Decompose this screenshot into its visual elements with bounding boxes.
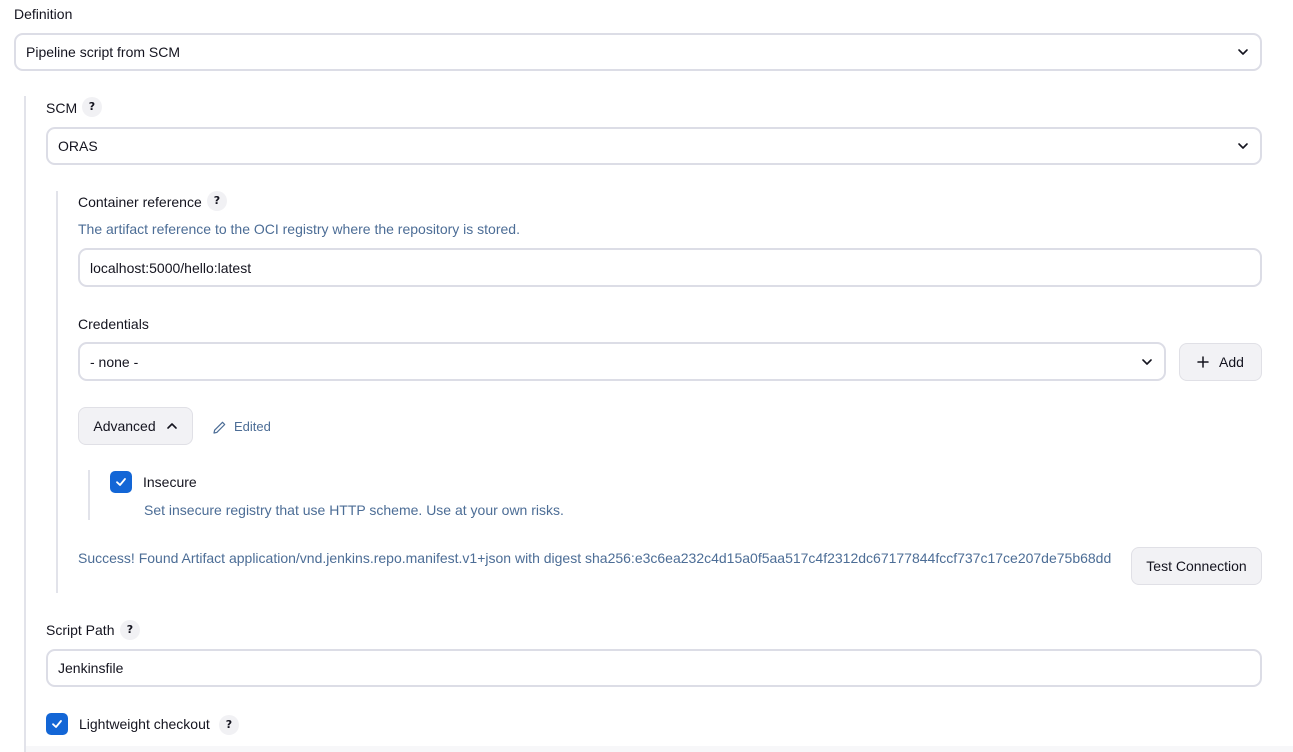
test-connection-button[interactable]: Test Connection [1131, 547, 1262, 585]
scm-select[interactable]: ORAS [46, 127, 1262, 165]
definition-select-value: Pipeline script from SCM [26, 44, 181, 60]
lightweight-checkout-help-button[interactable]: ? [219, 715, 239, 735]
lightweight-checkout-checkbox[interactable] [46, 713, 68, 735]
script-path-label: Script Path [46, 622, 115, 638]
insecure-description: Set insecure registry that use HTTP sche… [144, 502, 564, 518]
advanced-button-label: Advanced [93, 418, 156, 434]
chevron-down-icon [1236, 45, 1250, 59]
insecure-checkbox[interactable] [110, 471, 132, 493]
insecure-label: Insecure [143, 474, 197, 490]
advanced-toggle-button[interactable]: Advanced [78, 407, 193, 445]
chevron-down-icon [1236, 139, 1250, 153]
container-reference-help-button[interactable]: ? [207, 191, 227, 211]
test-connection-label: Test Connection [1146, 558, 1247, 574]
credentials-select[interactable]: - none - [78, 342, 1166, 381]
checkmark-icon [52, 720, 62, 728]
definition-select[interactable]: Pipeline script from SCM [14, 33, 1262, 71]
definition-label: Definition [14, 6, 73, 22]
connection-status-message: Success! Found Artifact application/vnd.… [78, 550, 1112, 566]
plus-icon [1197, 356, 1209, 368]
credentials-select-value: - none - [90, 353, 139, 370]
container-reference-label: Container reference [78, 194, 202, 210]
scm-help-button[interactable]: ? [82, 97, 102, 117]
edited-indicator: Edited [212, 418, 271, 436]
chevron-up-icon [166, 420, 178, 432]
add-credentials-button[interactable]: Add [1179, 343, 1262, 381]
checkmark-icon [116, 478, 126, 486]
container-reference-description: The artifact reference to the OCI regist… [78, 221, 520, 237]
edited-label: Edited [234, 419, 271, 434]
credentials-label: Credentials [78, 316, 149, 332]
oras-section-border [56, 191, 58, 593]
script-path-input[interactable]: Jenkinsfile [46, 649, 1262, 687]
chevron-down-icon [1140, 355, 1154, 369]
scm-select-value: ORAS [58, 138, 98, 154]
scm-label: SCM [46, 100, 78, 116]
script-path-help-button[interactable]: ? [120, 620, 140, 640]
container-reference-input[interactable]: localhost:5000/hello:latest [78, 248, 1262, 287]
advanced-section-border [88, 470, 90, 520]
pencil-icon [212, 420, 227, 435]
lightweight-checkout-label: Lightweight checkout [79, 716, 210, 732]
container-reference-value: localhost:5000/hello:latest [90, 259, 252, 276]
script-path-value: Jenkinsfile [58, 660, 124, 676]
page-bottom-band [26, 746, 1293, 752]
add-button-label: Add [1219, 354, 1244, 370]
scm-section-border [24, 96, 26, 752]
